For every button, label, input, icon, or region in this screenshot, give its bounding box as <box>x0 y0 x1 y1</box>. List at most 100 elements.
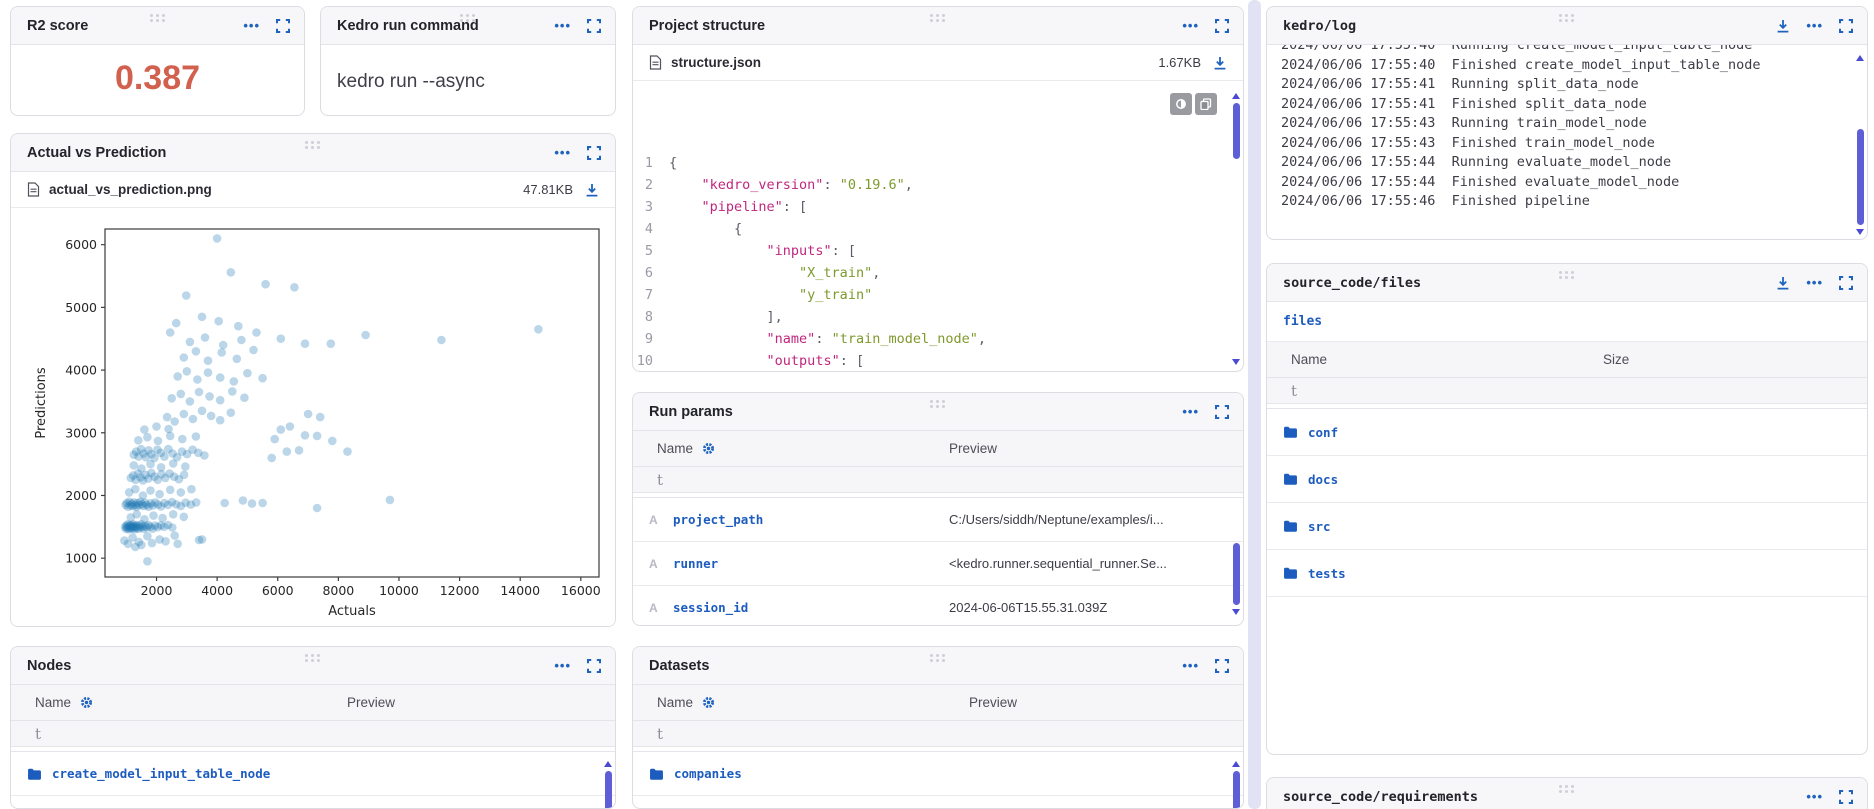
code-line: 5 "inputs": [ <box>633 240 1243 262</box>
table-row[interactable]: create_model_input_table_node <box>11 752 615 796</box>
table-row[interactable]: src <box>1267 503 1867 550</box>
download-icon[interactable] <box>1776 276 1790 290</box>
file-name[interactable]: actual_vs_prediction.png <box>49 182 212 197</box>
column-preview: Preview <box>347 695 395 710</box>
table-header: Name Preview <box>633 431 1243 467</box>
expand-icon[interactable] <box>587 146 601 160</box>
drag-handle-icon[interactable] <box>150 14 166 22</box>
scrollbar-thumb[interactable] <box>1233 103 1240 159</box>
panel-title: Actual vs Prediction <box>27 145 166 161</box>
more-menu-icon[interactable]: ••• <box>1806 792 1823 802</box>
scatter-point <box>180 471 189 480</box>
scrollbar-thumb[interactable] <box>1857 129 1864 225</box>
download-icon[interactable] <box>1213 56 1227 70</box>
expand-icon[interactable] <box>1215 659 1229 673</box>
drag-handle-icon[interactable] <box>1559 271 1575 279</box>
expand-icon[interactable] <box>587 19 601 33</box>
expand-icon[interactable] <box>1215 405 1229 419</box>
expand-icon[interactable] <box>1215 19 1229 33</box>
download-icon[interactable] <box>585 183 599 197</box>
file-icon <box>649 55 662 70</box>
panel-project-structure: Project structure ••• structure.json 1.6… <box>632 6 1244 372</box>
scroll-down-icon[interactable] <box>1232 359 1240 365</box>
row-name-link[interactable]: src <box>1308 519 1331 534</box>
table-row[interactable]: docs <box>1267 456 1867 503</box>
row-name-link[interactable]: session_id <box>673 600 748 615</box>
page-scrollbar-track[interactable] <box>1248 0 1261 809</box>
expand-icon[interactable] <box>587 659 601 673</box>
scatter-point <box>152 422 161 431</box>
copy-icon[interactable] <box>1195 93 1217 115</box>
filter-row[interactable]: t <box>633 721 1243 747</box>
theme-toggle-icon[interactable] <box>1170 93 1192 115</box>
drag-handle-icon[interactable] <box>930 400 946 408</box>
expand-icon[interactable] <box>276 19 290 33</box>
expand-icon[interactable] <box>1839 276 1853 290</box>
scatter-point <box>204 356 213 365</box>
scrollbar-thumb[interactable] <box>1233 543 1240 605</box>
drag-handle-icon[interactable] <box>305 141 321 149</box>
scroll-up-icon[interactable] <box>1856 55 1864 61</box>
files-root-link[interactable]: files <box>1283 314 1322 329</box>
column-preview: Preview <box>969 695 1017 710</box>
table-row[interactable]: companies <box>633 752 1243 796</box>
scroll-up-icon[interactable] <box>1232 93 1240 99</box>
scroll-down-icon[interactable] <box>1232 609 1240 615</box>
more-menu-icon[interactable]: ••• <box>1806 278 1823 288</box>
scatter-point <box>198 313 207 322</box>
log-output: 2024/06/06 17:55:40 Running create_model… <box>1267 45 1867 240</box>
table-row[interactable]: tests <box>1267 550 1867 597</box>
row-name-link[interactable]: runner <box>673 556 718 571</box>
scatter-point <box>170 531 179 540</box>
scroll-up-icon[interactable] <box>1232 761 1240 767</box>
scatter-point <box>163 413 172 422</box>
gear-icon[interactable] <box>702 442 715 455</box>
row-name-link[interactable]: companies <box>674 766 742 781</box>
scroll-down-icon[interactable] <box>1856 229 1864 235</box>
drag-handle-icon[interactable] <box>1559 785 1575 793</box>
table-row[interactable]: Asession_id2024-06-06T15.55.31.039Z <box>633 586 1243 626</box>
download-icon[interactable] <box>1776 19 1790 33</box>
expand-icon[interactable] <box>1839 19 1853 33</box>
more-menu-icon[interactable]: ••• <box>554 21 571 31</box>
drag-handle-icon[interactable] <box>1559 14 1575 22</box>
scrollbar-thumb[interactable] <box>605 771 612 809</box>
more-menu-icon[interactable]: ••• <box>1182 407 1199 417</box>
scatter-point <box>313 432 322 441</box>
gear-icon[interactable] <box>80 696 93 709</box>
drag-handle-icon[interactable] <box>305 654 321 662</box>
file-name[interactable]: structure.json <box>671 55 761 70</box>
row-name-link[interactable]: docs <box>1308 472 1338 487</box>
row-name-link[interactable]: tests <box>1308 566 1346 581</box>
more-menu-icon[interactable]: ••• <box>554 148 571 158</box>
table-row[interactable]: Arunner<kedro.runner.sequential_runner.S… <box>633 542 1243 586</box>
panel-header: Kedro run command ••• <box>321 7 615 45</box>
row-name-link[interactable]: create_model_input_table_node <box>52 766 270 781</box>
row-name-link[interactable]: project_path <box>673 512 763 527</box>
filter-row[interactable]: t <box>633 467 1243 493</box>
panel-nodes: Nodes ••• Name Preview t create_model_in… <box>10 646 616 809</box>
scroll-up-icon[interactable] <box>604 761 612 767</box>
expand-icon[interactable] <box>1839 790 1853 804</box>
table-row[interactable]: conf <box>1267 409 1867 456</box>
scatter-point <box>146 486 155 495</box>
more-menu-icon[interactable]: ••• <box>1806 21 1823 31</box>
drag-handle-icon[interactable] <box>460 14 476 22</box>
more-menu-icon[interactable]: ••• <box>554 661 571 671</box>
more-menu-icon[interactable]: ••• <box>1182 661 1199 671</box>
row-name-link[interactable]: conf <box>1308 425 1338 440</box>
filter-row[interactable]: t <box>1267 378 1867 404</box>
filter-row[interactable]: t <box>11 721 615 747</box>
scatter-point <box>193 375 202 384</box>
drag-handle-icon[interactable] <box>930 654 946 662</box>
gear-icon[interactable] <box>702 696 715 709</box>
more-menu-icon[interactable]: ••• <box>243 21 260 31</box>
drag-handle-icon[interactable] <box>930 14 946 22</box>
column-name: Name <box>1291 352 1327 367</box>
table-row[interactable]: Aproject_pathC:/Users/siddh/Neptune/exam… <box>633 498 1243 542</box>
scrollbar-thumb[interactable] <box>1233 771 1240 809</box>
scatter-point <box>205 392 214 401</box>
more-menu-icon[interactable]: ••• <box>1182 21 1199 31</box>
scatter-point <box>140 425 149 434</box>
scatter-point <box>173 540 182 549</box>
